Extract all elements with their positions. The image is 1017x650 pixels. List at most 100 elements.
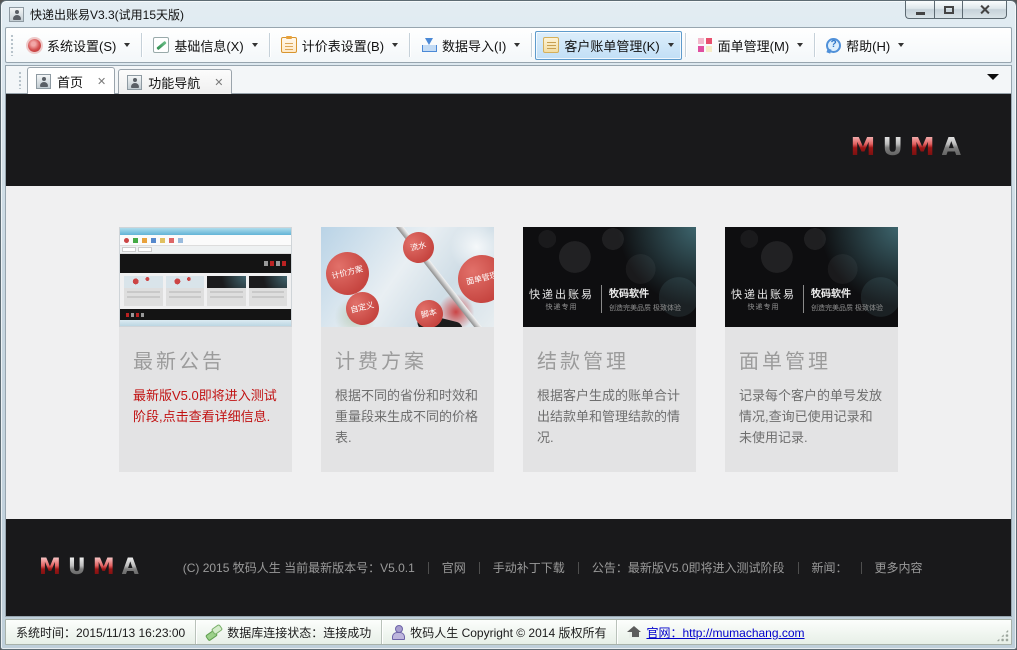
tab-navigation[interactable]: 功能导航 ✕ bbox=[118, 69, 232, 94]
toolbar-separator bbox=[269, 33, 270, 57]
status-system-time: 系统时间：2015/11/13 16:23:00 bbox=[6, 620, 196, 644]
menu-system-settings[interactable]: 系统设置(S) bbox=[19, 31, 138, 60]
card-announcement[interactable]: 最新公告 最新版V5.0即将进入测试阶段,点击查看详细信息. bbox=[119, 227, 292, 472]
top-banner: M U M A bbox=[6, 94, 1011, 186]
card-title: 最新公告 bbox=[133, 345, 278, 374]
tabbar-grip[interactable] bbox=[18, 71, 23, 89]
logo-letter: M bbox=[851, 134, 876, 159]
menu-data-import[interactable]: 数据导入(I) bbox=[413, 31, 528, 60]
maximize-button[interactable] bbox=[934, 1, 963, 19]
logo-letter: A bbox=[942, 134, 961, 159]
menu-label: 面单管理(M) bbox=[718, 36, 790, 55]
invoice-icon bbox=[543, 37, 559, 53]
toolbar-grip[interactable] bbox=[10, 34, 15, 56]
maximize-icon bbox=[944, 6, 954, 14]
card-text: 根据不同的省份和时效和重量段来生成不同的价格表. bbox=[335, 386, 480, 448]
close-icon bbox=[979, 4, 990, 15]
feature-cards: 最新公告 最新版V5.0即将进入测试阶段,点击查看详细信息. 计价方案 流水 面… bbox=[6, 186, 1011, 519]
brand-product-sub: 快递专用 bbox=[731, 302, 796, 312]
status-db-connection: 数据库连接状态：连接成功 bbox=[196, 620, 382, 644]
logo-letter: M bbox=[93, 557, 115, 579]
connector-icon bbox=[206, 626, 222, 639]
menu-customer-billing[interactable]: 客户账单管理(K) bbox=[535, 31, 681, 60]
footer-link-patch-download[interactable]: 手动补丁下载 bbox=[493, 559, 565, 576]
menu-label: 基础信息(X) bbox=[174, 36, 243, 55]
tab-home[interactable]: 首页 ✕ bbox=[27, 67, 115, 94]
tab-label: 首页 bbox=[57, 72, 83, 91]
tab-icon bbox=[36, 74, 51, 89]
card-waybill[interactable]: 快递出账易 快递专用 牧码软件 创造完美品质 极致体验 bbox=[725, 227, 898, 472]
brand-lockup: 快递出账易 快递专用 牧码软件 创造完美品质 极致体验 bbox=[731, 285, 883, 313]
work-area: 首页 ✕ 功能导航 ✕ M U bbox=[5, 65, 1012, 617]
tab-close-icon[interactable]: ✕ bbox=[97, 75, 106, 88]
brand-thumbnail-image: 快递出账易 快递专用 牧码软件 创造完美品质 极致体验 bbox=[523, 227, 696, 327]
card-text: 记录每个客户的单号发放情况,查询已使用记录和未使用记录. bbox=[739, 386, 884, 448]
menu-label: 数据导入(I) bbox=[442, 36, 506, 55]
toolbar-separator bbox=[409, 33, 410, 57]
tab-list-dropdown[interactable] bbox=[987, 74, 999, 80]
menu-price-table[interactable]: 计价表设置(B) bbox=[273, 31, 406, 60]
chevron-down-icon bbox=[514, 43, 520, 47]
card-pricing-plan[interactable]: 计价方案 流水 面单管理 自定义 脚本 计费方案 根据不同的省份和时效和重量段来… bbox=[321, 227, 494, 472]
toolbar-separator bbox=[814, 33, 815, 57]
menu-waybill-management[interactable]: 面单管理(M) bbox=[689, 31, 812, 60]
main-toolbar: 系统设置(S) 基础信息(X) 计价表设置(B) 数据导入(I) bbox=[5, 27, 1012, 63]
footer-news-label: 新闻： bbox=[812, 559, 848, 576]
tab-bar: 首页 ✕ 功能导航 ✕ bbox=[6, 66, 1011, 94]
window-title: 快递出账易V3.3(试用15天版) bbox=[30, 6, 184, 23]
muma-logo-footer: M U M A bbox=[39, 557, 139, 579]
logo-letter: A bbox=[122, 557, 139, 579]
card-settlement[interactable]: 快递出账易 快递专用 牧码软件 创造完美品质 极致体验 bbox=[523, 227, 696, 472]
menu-label: 计价表设置(B) bbox=[302, 36, 384, 55]
edit-note-icon bbox=[153, 37, 169, 53]
brand-slogan: 创造完美品质 极致体验 bbox=[811, 303, 883, 313]
brand-company: 牧码软件 bbox=[811, 285, 883, 300]
brand-company: 牧码软件 bbox=[609, 285, 681, 300]
footer-link-official-site[interactable]: 官网 bbox=[442, 559, 466, 576]
chevron-down-icon bbox=[898, 43, 904, 47]
import-icon bbox=[421, 37, 437, 53]
card-title: 结款管理 bbox=[537, 345, 682, 374]
footer-copyright: (C) 2015 牧码人生 当前最新版本号：V5.0.1 bbox=[183, 559, 415, 576]
pricing-thumbnail-image: 计价方案 流水 面单管理 自定义 脚本 bbox=[321, 227, 494, 327]
footer-notice: 公告：最新版V5.0即将进入测试阶段 bbox=[592, 559, 785, 576]
minimize-icon bbox=[916, 12, 925, 15]
card-title: 计费方案 bbox=[335, 345, 480, 374]
resize-grip[interactable] bbox=[996, 629, 1009, 642]
chevron-down-icon bbox=[252, 43, 258, 47]
menu-label: 客户账单管理(K) bbox=[564, 36, 659, 55]
app-window: 快递出账易V3.3(试用15天版) 系统设置(S) 基础信息(X) 计价 bbox=[0, 0, 1017, 650]
card-text: 根据客户生成的账单合计出结款单和管理结款的情况. bbox=[537, 386, 682, 448]
tab-close-icon[interactable]: ✕ bbox=[214, 76, 223, 89]
close-button[interactable] bbox=[963, 1, 1007, 19]
menu-basic-info[interactable]: 基础信息(X) bbox=[145, 31, 265, 60]
logo-letter: M bbox=[910, 134, 935, 159]
toolbar-separator bbox=[531, 33, 532, 57]
red-dot-icon bbox=[28, 39, 41, 52]
logo-letter: U bbox=[882, 134, 902, 159]
footer-link-more[interactable]: 更多内容 bbox=[875, 559, 923, 576]
home-icon bbox=[627, 626, 641, 638]
brand-slogan: 创造完美品质 极致体验 bbox=[609, 303, 681, 313]
card-text[interactable]: 最新版V5.0即将进入测试阶段,点击查看详细信息. bbox=[133, 386, 278, 428]
chevron-down-icon bbox=[392, 43, 398, 47]
minimize-button[interactable] bbox=[905, 1, 934, 19]
window-controls bbox=[905, 1, 1007, 19]
brand-lockup: 快递出账易 快递专用 牧码软件 创造完美品质 极致体验 bbox=[529, 285, 681, 313]
app-logo-icon bbox=[9, 7, 24, 22]
brand-thumbnail-image: 快递出账易 快递专用 牧码软件 创造完美品质 极致体验 bbox=[725, 227, 898, 327]
toolbar-separator bbox=[685, 33, 686, 57]
title-bar: 快递出账易V3.3(试用15天版) bbox=[1, 1, 1016, 27]
website-link[interactable]: 官网：http://mumachang.com bbox=[646, 624, 804, 641]
tab-label: 功能导航 bbox=[148, 73, 200, 92]
tab-icon bbox=[127, 75, 142, 90]
chevron-down-icon bbox=[668, 43, 674, 47]
home-page: M U M A bbox=[6, 94, 1011, 616]
announcement-thumbnail-image bbox=[119, 227, 292, 327]
menu-help[interactable]: 帮助(H) bbox=[818, 31, 912, 60]
logo-letter: M bbox=[39, 557, 61, 579]
clipboard-icon bbox=[281, 37, 297, 53]
status-website: 官网：http://mumachang.com bbox=[617, 620, 814, 644]
help-icon bbox=[826, 38, 841, 53]
status-bar: 系统时间：2015/11/13 16:23:00 数据库连接状态：连接成功 牧码… bbox=[5, 619, 1012, 645]
